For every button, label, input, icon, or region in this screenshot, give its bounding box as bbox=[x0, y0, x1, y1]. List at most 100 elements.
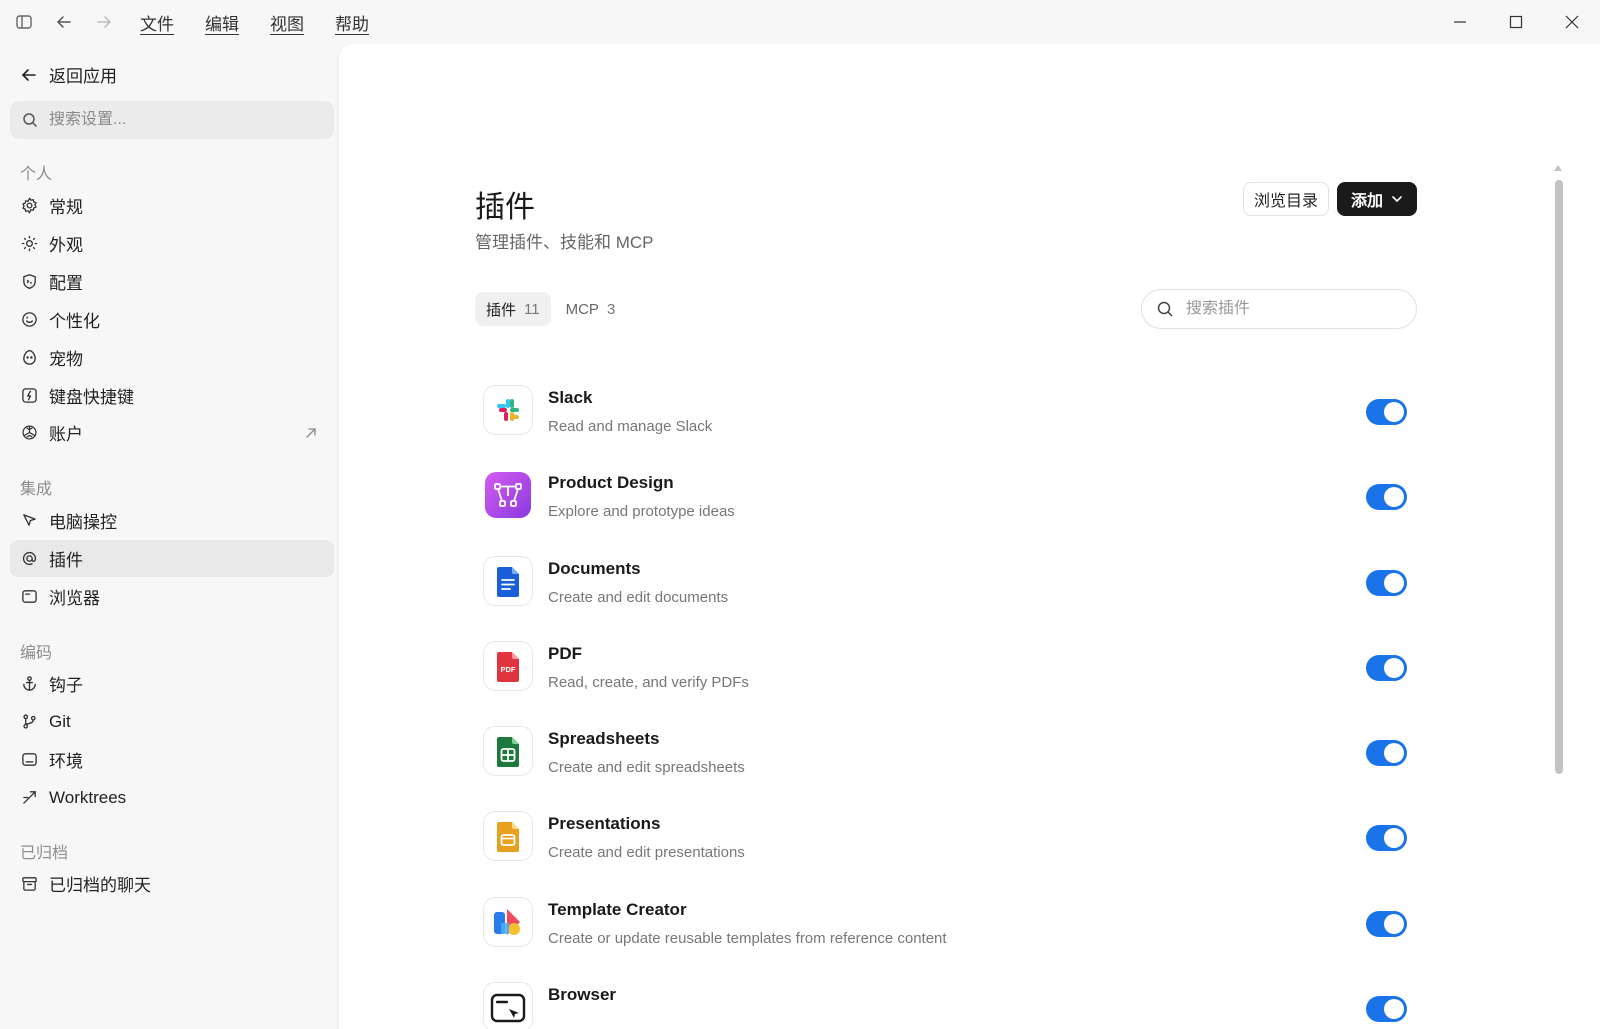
sidebar-item-personalize[interactable]: 个性化 bbox=[10, 301, 334, 338]
menu-edit[interactable]: 编辑 bbox=[205, 10, 239, 35]
plugin-name: Template Creator bbox=[548, 899, 687, 919]
back-arrow-icon[interactable] bbox=[44, 0, 84, 44]
plugin-name: Product Design bbox=[548, 473, 674, 493]
forward-arrow-icon[interactable] bbox=[84, 0, 124, 44]
sidebar-item-config[interactable]: 配置 bbox=[10, 263, 334, 300]
back-label: 返回应用 bbox=[49, 67, 117, 86]
tab-label: MCP bbox=[565, 300, 599, 318]
plugin-toggle-documents[interactable] bbox=[1366, 569, 1407, 596]
sidebar-item-hooks[interactable]: 钩子 bbox=[10, 665, 334, 702]
gear-icon bbox=[22, 197, 37, 214]
sidebar-item-label: 电脑操控 bbox=[49, 513, 117, 532]
section-personal: 个人 bbox=[20, 166, 53, 183]
anchor-icon bbox=[23, 676, 36, 691]
sidebar-item-pets[interactable]: 宠物 bbox=[10, 339, 334, 376]
vector-pen-icon bbox=[483, 470, 533, 521]
sidebar-item-account[interactable]: 账户 bbox=[10, 414, 334, 451]
scroll-up-arrow-icon[interactable] bbox=[1553, 164, 1563, 172]
sidebar-item-label: 已归档的聊天 bbox=[49, 876, 151, 895]
tab-bar: 插件 11 MCP 3 bbox=[475, 292, 630, 326]
menu-help[interactable]: 帮助 bbox=[335, 10, 369, 35]
browser-cursor-icon bbox=[483, 982, 533, 1029]
plugin-toggle-product-design[interactable] bbox=[1366, 484, 1407, 511]
tab-label: 插件 bbox=[486, 301, 517, 319]
spreadsheet-icon bbox=[483, 726, 533, 777]
plugin-name: Documents bbox=[548, 558, 641, 578]
plugin-desc: Read, create, and verify PDFs bbox=[548, 673, 749, 691]
tab-count: 11 bbox=[524, 300, 540, 318]
title-bar: 文件 编辑 视图 帮助 bbox=[0, 0, 1600, 44]
plugin-row-pdf: PDF PDF Read, create, and verify PDFs bbox=[483, 640, 1419, 726]
add-button[interactable]: 添加 bbox=[1337, 182, 1417, 216]
back-to-app-link[interactable]: 返回应用 bbox=[20, 62, 117, 87]
close-button[interactable] bbox=[1544, 0, 1600, 44]
plugin-toggle-pdf[interactable] bbox=[1366, 654, 1407, 681]
smile-icon bbox=[22, 312, 37, 327]
plugin-desc: Create and edit spreadsheets bbox=[548, 759, 745, 777]
browser-window-icon bbox=[22, 590, 37, 603]
plugin-list: Slack Read and manage Slack Product Desi… bbox=[483, 385, 1419, 1029]
tab-plugins[interactable]: 插件 11 bbox=[475, 292, 551, 326]
sidebar-item-label: 配置 bbox=[49, 274, 83, 293]
plugin-desc: Explore and prototype ideas bbox=[548, 503, 735, 521]
toggle-knob bbox=[1384, 402, 1404, 422]
settings-search-input[interactable] bbox=[49, 111, 309, 129]
document-icon bbox=[483, 555, 533, 606]
scrollbar-thumb[interactable] bbox=[1555, 180, 1563, 774]
sidebar-item-label: 常规 bbox=[49, 198, 83, 217]
page-title: 插件 bbox=[475, 191, 535, 224]
sidebar-item-label: 宠物 bbox=[49, 350, 83, 369]
cursor-icon bbox=[23, 514, 36, 526]
search-icon bbox=[1157, 301, 1173, 317]
menu-view[interactable]: 视图 bbox=[270, 10, 304, 35]
sidebar-item-computer-control[interactable]: 电脑操控 bbox=[10, 502, 334, 539]
sidebar-item-label: 个性化 bbox=[49, 312, 100, 331]
plugin-desc: Create and edit presentations bbox=[548, 844, 745, 862]
maximize-button[interactable] bbox=[1488, 0, 1544, 44]
sidebar-item-env[interactable]: 环境 bbox=[10, 741, 334, 778]
sidebar-toggle-icon[interactable] bbox=[4, 0, 44, 44]
sidebar-item-shortcuts[interactable]: 键盘快捷键 bbox=[10, 377, 334, 414]
openai-logo-icon bbox=[22, 425, 37, 440]
toggle-knob bbox=[1384, 828, 1404, 849]
plugin-toggle-presentations[interactable] bbox=[1366, 825, 1407, 852]
section-archived: 已归档 bbox=[20, 845, 69, 862]
tab-mcp[interactable]: MCP 3 bbox=[555, 292, 627, 326]
toggle-knob bbox=[1384, 487, 1404, 508]
sidebar-item-label: 环境 bbox=[49, 752, 83, 771]
sidebar-item-worktrees[interactable]: Worktrees bbox=[10, 779, 334, 816]
minimize-button[interactable] bbox=[1432, 0, 1488, 44]
toggle-knob bbox=[1384, 657, 1404, 678]
plugin-toggle-browser[interactable] bbox=[1366, 996, 1407, 1023]
plugin-row-documents: Documents Create and edit documents bbox=[483, 555, 1419, 641]
plugin-toggle-spreadsheets[interactable] bbox=[1366, 740, 1407, 767]
sidebar-item-label: 账户 bbox=[49, 425, 83, 444]
egg-icon bbox=[23, 350, 36, 365]
sidebar-item-general[interactable]: 常规 bbox=[10, 187, 334, 224]
keyboard-bolt-icon bbox=[22, 388, 37, 403]
sun-icon bbox=[21, 235, 38, 252]
sidebar-item-git[interactable]: Git bbox=[10, 703, 334, 740]
plugin-toggle-slack[interactable] bbox=[1366, 399, 1407, 425]
slack-icon bbox=[483, 385, 533, 435]
sidebar-item-archived-chats[interactable]: 已归档的聊天 bbox=[10, 865, 334, 902]
menu-file[interactable]: 文件 bbox=[140, 10, 174, 35]
plugin-toggle-template-creator[interactable] bbox=[1366, 910, 1407, 937]
pdf-icon-text: PDF bbox=[501, 665, 516, 674]
plugin-row-browser: Browser bbox=[483, 982, 1419, 1029]
plugin-row-presentations: Presentations Create and edit presentati… bbox=[483, 811, 1419, 896]
worktree-icon bbox=[23, 791, 36, 804]
sidebar-item-appearance[interactable]: 外观 bbox=[10, 225, 334, 262]
plugin-search-input[interactable] bbox=[1186, 300, 1396, 318]
settings-sidebar: 返回应用 个人 常规 外观 配置 个性化 宠物 键盘快捷键 账户 集成 电脑操控 bbox=[0, 44, 338, 1029]
sidebar-item-plugins[interactable]: 插件 bbox=[10, 540, 334, 577]
toggle-knob bbox=[1384, 572, 1404, 593]
plugin-name: Presentations bbox=[548, 814, 661, 834]
plugin-search bbox=[1141, 289, 1417, 329]
browse-catalog-button[interactable]: 浏览目录 bbox=[1243, 182, 1329, 216]
sidebar-item-browser[interactable]: 浏览器 bbox=[10, 578, 334, 615]
chevron-down-icon bbox=[1392, 196, 1402, 202]
plugin-name: Spreadsheets bbox=[548, 729, 660, 749]
at-sign-icon bbox=[22, 551, 37, 566]
toggle-knob bbox=[1384, 913, 1404, 934]
